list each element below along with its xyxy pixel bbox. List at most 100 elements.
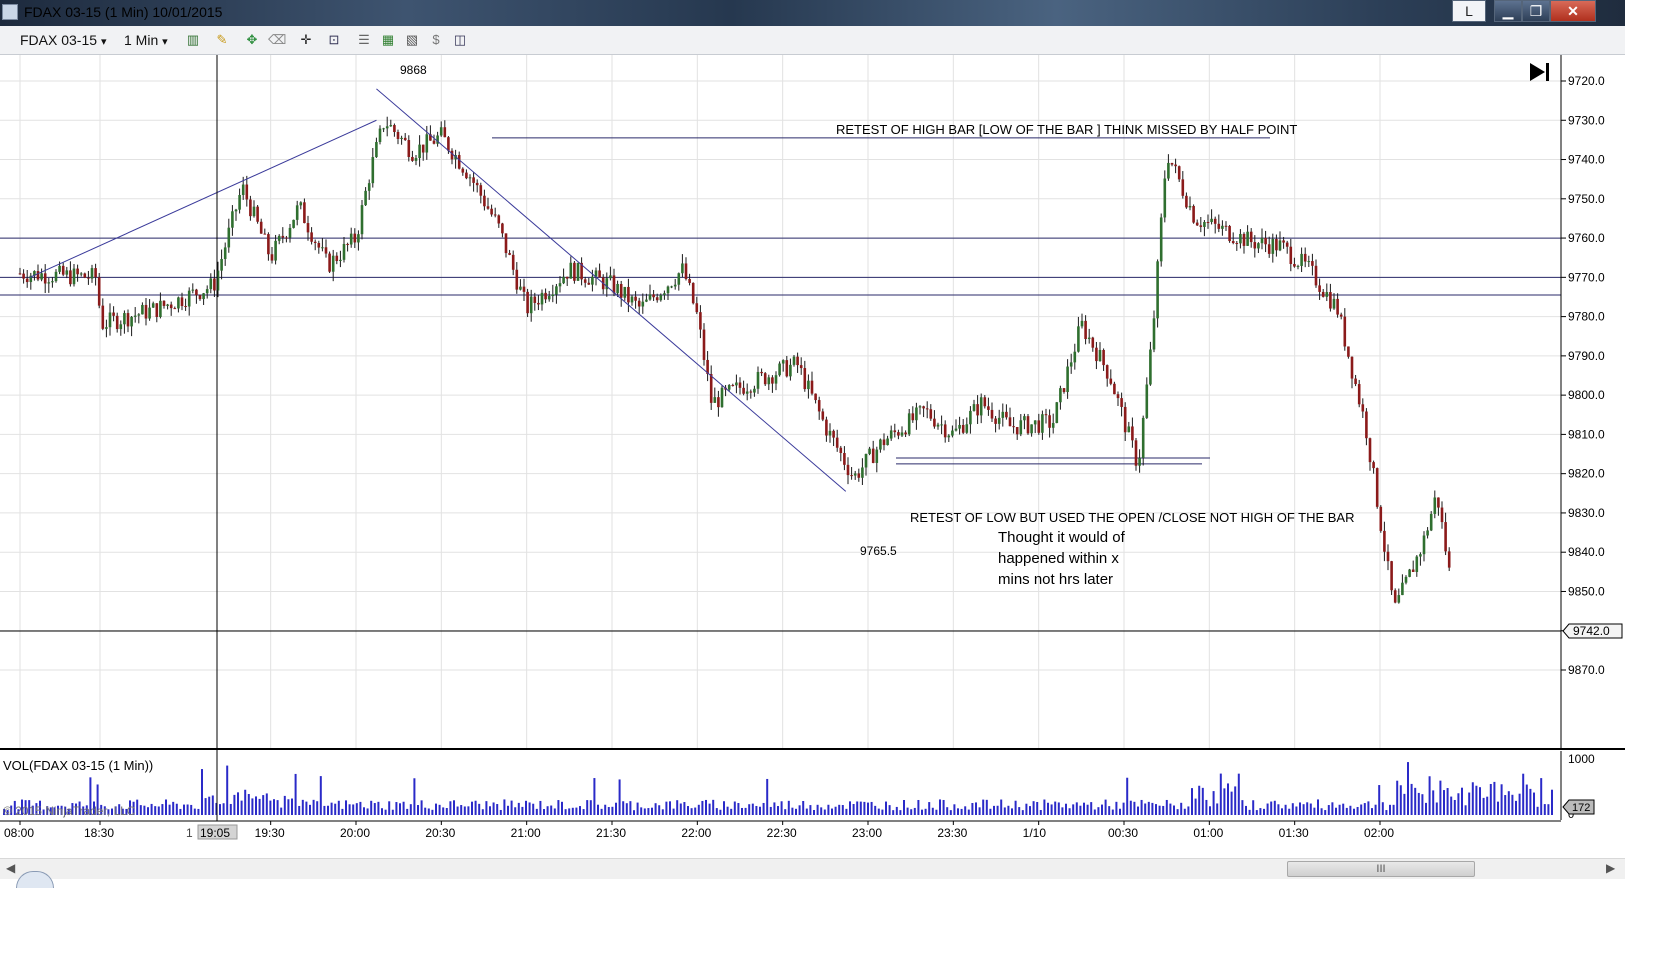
- volume-bar: [1475, 785, 1478, 815]
- volume-bar: [481, 809, 484, 815]
- candle-body: [1149, 349, 1152, 385]
- hand-tool-icon[interactable]: ✥: [244, 32, 260, 48]
- candle-body: [565, 276, 569, 279]
- candle-body: [169, 304, 173, 309]
- candle-body: [735, 382, 738, 386]
- volume-bar: [1547, 804, 1550, 815]
- candle-body: [504, 233, 508, 254]
- volume-bar: [1320, 808, 1323, 815]
- volume-bar: [442, 807, 445, 815]
- candle-body: [1141, 417, 1145, 458]
- volume-bar: [1011, 808, 1013, 815]
- candle-body: [645, 299, 648, 302]
- candle-body: [479, 185, 483, 196]
- volume-bar: [723, 801, 725, 815]
- candle-body: [1271, 238, 1275, 254]
- candle-body: [205, 289, 209, 294]
- volume-bar: [910, 809, 913, 815]
- candle-body: [533, 296, 537, 303]
- volume-bar: [957, 808, 959, 815]
- candle-body: [1059, 388, 1062, 403]
- zoom-icon[interactable]: ⊡: [326, 32, 342, 48]
- price-tick-label: 9800.0: [1568, 388, 1605, 402]
- eraser-icon[interactable]: ⌫: [268, 32, 286, 48]
- volume-bar: [337, 800, 340, 815]
- minimize-button[interactable]: ▁: [1494, 0, 1522, 22]
- panel-icon[interactable]: ◫: [452, 32, 468, 48]
- volume-bar: [366, 808, 369, 815]
- candle-body: [612, 275, 616, 294]
- scrollbar-thumb[interactable]: III: [1287, 861, 1475, 877]
- properties-icon[interactable]: ☰: [356, 32, 372, 48]
- candle-body: [288, 227, 292, 238]
- candle-body: [1062, 388, 1066, 393]
- candle-body: [526, 291, 529, 314]
- volume-bar: [1500, 784, 1503, 815]
- drawing-tool-icon[interactable]: ✎: [214, 32, 230, 48]
- chart-image-icon[interactable]: ▧: [404, 32, 420, 48]
- price-tick-label: 9830.0: [1568, 506, 1605, 520]
- volume-bar: [183, 804, 185, 815]
- candle-body: [342, 243, 346, 260]
- price-tick-label: 9780.0: [1568, 310, 1605, 324]
- volume-bar: [1129, 800, 1132, 815]
- volume-bar: [1349, 805, 1352, 815]
- volume-bar: [1111, 809, 1114, 815]
- bar-style-icon[interactable]: ▥: [185, 32, 201, 48]
- crosshair-icon[interactable]: ✛: [298, 32, 314, 48]
- go-to-latest-button[interactable]: [1530, 63, 1549, 81]
- price-chart[interactable]: 9870.09860.09850.09840.09830.09820.09810…: [0, 55, 1625, 858]
- scroll-left-arrow[interactable]: ◀: [6, 861, 15, 875]
- candle-body: [1131, 426, 1134, 441]
- candle-body: [468, 177, 472, 179]
- candle-body: [292, 219, 295, 228]
- link-button[interactable]: L: [1452, 0, 1486, 22]
- volume-bar: [355, 803, 358, 815]
- volume-bar: [1421, 794, 1424, 815]
- candle-body: [1084, 320, 1087, 340]
- candle-body: [371, 157, 375, 184]
- candle-body: [857, 473, 861, 478]
- volume-bar: [561, 801, 563, 815]
- candle-body: [295, 205, 299, 220]
- volume-bar: [1126, 777, 1129, 815]
- close-button[interactable]: ✕: [1550, 0, 1596, 22]
- candle-body: [1300, 253, 1303, 266]
- volume-bar: [784, 809, 787, 815]
- volume-bar: [708, 803, 711, 815]
- data-box-icon[interactable]: ▦: [380, 32, 396, 48]
- volume-bar: [229, 803, 232, 815]
- volume-bar: [233, 794, 236, 815]
- volume-bar: [579, 806, 581, 815]
- volume-bar: [273, 799, 275, 815]
- volume-bar: [773, 802, 776, 815]
- money-icon[interactable]: $: [428, 32, 444, 48]
- crosshair-time-label: 19:05: [200, 826, 230, 840]
- volume-bar: [697, 804, 700, 815]
- volume-bar: [1288, 808, 1291, 815]
- horizontal-scrollbar[interactable]: ◀ III ▶: [0, 858, 1625, 879]
- candle-body: [166, 304, 169, 306]
- candle-body: [846, 464, 850, 476]
- volume-bar: [971, 802, 974, 815]
- candle-body: [1397, 595, 1401, 603]
- scroll-right-arrow[interactable]: ▶: [1606, 861, 1615, 875]
- time-tick-label: 23:00: [852, 826, 882, 840]
- trend-line[interactable]: [376, 88, 847, 492]
- volume-bar: [219, 804, 221, 815]
- volume-bar: [1439, 780, 1442, 815]
- volume-bar: [622, 801, 625, 815]
- maximize-button[interactable]: ❐: [1522, 0, 1550, 22]
- candle-body: [1123, 406, 1127, 433]
- price-tick-label: 9750.0: [1568, 192, 1605, 206]
- volume-bar: [1543, 804, 1546, 815]
- volume-bar: [165, 799, 167, 815]
- candle-body: [393, 125, 396, 132]
- volume-bar: [1363, 803, 1366, 815]
- candle-body: [1203, 222, 1206, 227]
- candle-body: [1275, 238, 1278, 251]
- instrument-selector[interactable]: FDAX 03-15 ▾: [20, 32, 106, 48]
- interval-selector[interactable]: 1 Min ▾: [124, 32, 168, 48]
- volume-bar: [1158, 805, 1161, 815]
- candle-body: [1372, 462, 1375, 469]
